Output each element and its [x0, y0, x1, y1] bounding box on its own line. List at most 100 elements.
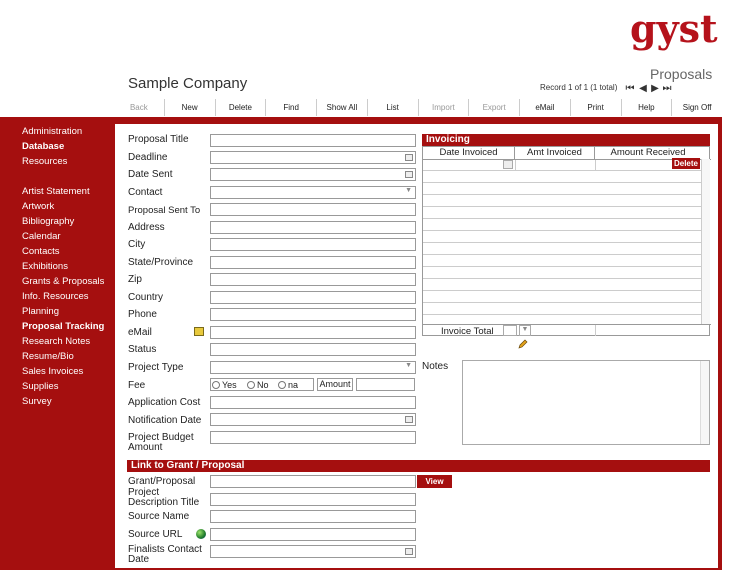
address-field[interactable]	[210, 221, 416, 234]
fee-na-label: na	[288, 380, 299, 390]
invoicing-header: Invoicing	[422, 134, 710, 146]
sidebar-item-grants-proposals[interactable]: Grants & Proposals	[22, 274, 114, 289]
pencil-icon[interactable]	[518, 339, 528, 349]
proposal-sent-to-field[interactable]	[210, 203, 416, 216]
proposal-title-field[interactable]	[210, 134, 416, 147]
calendar-icon[interactable]	[503, 160, 513, 169]
fee-yes-label: Yes	[222, 380, 237, 390]
email-button[interactable]: eMail	[519, 99, 570, 116]
invoice-total-label: Invoice Total	[441, 326, 494, 337]
status-label: Status	[128, 344, 157, 355]
phone-field[interactable]	[210, 308, 416, 321]
show-all-button[interactable]: Show All	[316, 99, 367, 116]
gyst-logo: gyst	[630, 8, 718, 51]
calendar-icon[interactable]	[405, 154, 413, 161]
fee-yes-radio[interactable]: Yes	[212, 380, 237, 390]
sidebar-item-database[interactable]: Database	[22, 139, 114, 154]
sidebar-item-proposal-tracking[interactable]: Proposal Tracking	[22, 319, 114, 334]
delete-invoice-button[interactable]: Delete	[672, 158, 700, 169]
email-field[interactable]	[210, 326, 416, 339]
finalists-contact-date-field[interactable]	[210, 545, 416, 558]
sidebar-item-survey[interactable]: Survey	[22, 394, 114, 409]
sidebar-item-research-notes[interactable]: Research Notes	[22, 334, 114, 349]
project-budget-label: Project Budget Amount	[128, 432, 194, 453]
notes-scrollbar[interactable]	[700, 361, 709, 444]
sidebar-item-resources[interactable]: Resources	[22, 154, 114, 169]
next-record-icon[interactable]: ▶	[649, 83, 661, 94]
project-description-title-label: Project Description Title	[128, 487, 200, 508]
contact-label: Contact	[128, 187, 163, 198]
zip-field[interactable]	[210, 273, 416, 286]
sidebar-item-artist-statement[interactable]: Artist Statement	[22, 184, 114, 199]
city-field[interactable]	[210, 238, 416, 251]
country-field[interactable]	[210, 291, 416, 304]
notification-date-field[interactable]	[210, 413, 416, 426]
sidebar-item-contacts[interactable]: Contacts	[22, 244, 114, 259]
sidebar-item-sales-invoices[interactable]: Sales Invoices	[22, 364, 114, 379]
fee-na-radio[interactable]: na	[278, 380, 298, 390]
sidebar-item-supplies[interactable]: Supplies	[22, 379, 114, 394]
sidebar-item-bibliography[interactable]: Bibliography	[22, 214, 114, 229]
project-type-select[interactable]: ▼	[210, 361, 416, 374]
zip-label: Zip	[128, 274, 142, 285]
deadline-field[interactable]	[210, 151, 416, 164]
sidebar-item-planning[interactable]: Planning	[22, 304, 114, 319]
chevron-down-icon[interactable]: ▼	[519, 325, 531, 336]
last-record-icon[interactable]: ⏭	[661, 83, 673, 94]
sidebar-item-artwork[interactable]: Artwork	[22, 199, 114, 214]
serial-number: Serial Number: PRP1	[632, 573, 708, 582]
source-url-field[interactable]	[210, 528, 416, 541]
sidebar-item-info-resources[interactable]: Info. Resources	[22, 289, 114, 304]
module-title: Proposals	[650, 66, 713, 82]
invoicing-scrollbar[interactable]	[701, 159, 710, 324]
import-button[interactable]: Import	[417, 99, 469, 116]
proposal-sent-to-label: Proposal Sent To	[128, 205, 201, 216]
find-button[interactable]: Find	[265, 99, 316, 116]
sign-off-button[interactable]: Sign Off	[671, 99, 722, 116]
grant-proposal-label: Grant/Proposal	[128, 476, 196, 487]
state-label: State/Province	[128, 257, 194, 268]
finalists-contact-date-label: Finalists Contact Date	[128, 544, 202, 565]
view-button[interactable]: View	[417, 475, 452, 488]
calendar-icon[interactable]	[405, 548, 413, 555]
date-sent-field[interactable]	[210, 168, 416, 181]
help-button[interactable]: Help	[620, 99, 672, 116]
calendar-icon[interactable]	[405, 416, 413, 423]
sidebar-item-calendar[interactable]: Calendar	[22, 229, 114, 244]
country-label: Country	[128, 292, 164, 303]
status-field[interactable]	[210, 343, 416, 356]
col-date-invoiced: Date Invoiced	[423, 147, 515, 159]
notes-textarea[interactable]	[462, 360, 710, 445]
prev-record-icon[interactable]: ◀	[637, 83, 649, 94]
invoice-total-stepper[interactable]	[503, 325, 517, 336]
application-cost-field[interactable]	[210, 396, 416, 409]
sidebar-item-administration[interactable]: Administration	[22, 124, 114, 139]
print-button[interactable]: Print	[569, 99, 621, 116]
notification-date-label: Notification Date	[128, 415, 202, 426]
calendar-icon[interactable]	[405, 171, 413, 178]
contact-select[interactable]: ▼	[210, 186, 416, 199]
sidebar-item-resume-bio[interactable]: Resume/Bio	[22, 349, 114, 364]
grant-proposal-field[interactable]	[210, 475, 416, 488]
invoicing-table: Date Invoiced Amt Invoiced Amount Receiv…	[422, 146, 711, 337]
state-field[interactable]	[210, 256, 416, 269]
record-counter: Record 1 of 1 (1 total)	[540, 83, 618, 92]
new-button[interactable]: New	[163, 99, 215, 116]
project-description-title-field[interactable]	[210, 493, 416, 506]
fee-amount-field[interactable]	[356, 378, 415, 391]
send-email-icon[interactable]	[194, 327, 204, 336]
fee-label: Fee	[128, 380, 146, 391]
globe-icon[interactable]	[196, 529, 206, 539]
source-url-label: Source URL	[128, 529, 183, 540]
export-button[interactable]: Export	[468, 99, 519, 116]
first-record-icon[interactable]: ⏮	[624, 83, 636, 94]
sidebar-item-exhibitions[interactable]: Exhibitions	[22, 259, 114, 274]
source-name-field[interactable]	[210, 510, 416, 523]
back-button[interactable]: Back	[114, 99, 164, 116]
project-budget-field[interactable]	[210, 431, 416, 444]
list-button[interactable]: List	[366, 99, 418, 116]
link-section-header: Link to Grant / Proposal	[127, 460, 710, 472]
fee-no-radio[interactable]: No	[247, 380, 269, 390]
delete-button[interactable]: Delete	[214, 99, 266, 116]
project-type-label: Project Type	[128, 362, 184, 373]
